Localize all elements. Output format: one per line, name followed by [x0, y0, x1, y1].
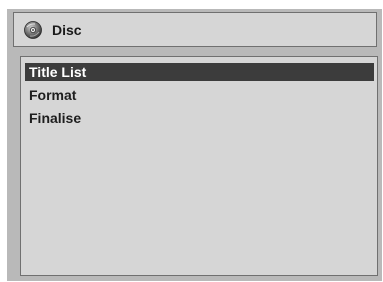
menu-item-title-list[interactable]: Title List [25, 63, 374, 81]
page-title: Disc [52, 22, 82, 38]
menu-header: Disc [13, 12, 377, 47]
menu-item-format[interactable]: Format [25, 86, 374, 104]
disc-menu: Title List Format Finalise [25, 63, 374, 132]
menu-panel: Title List Format Finalise [20, 56, 378, 276]
menu-item-finalise[interactable]: Finalise [25, 109, 374, 127]
disc-icon [24, 21, 42, 39]
